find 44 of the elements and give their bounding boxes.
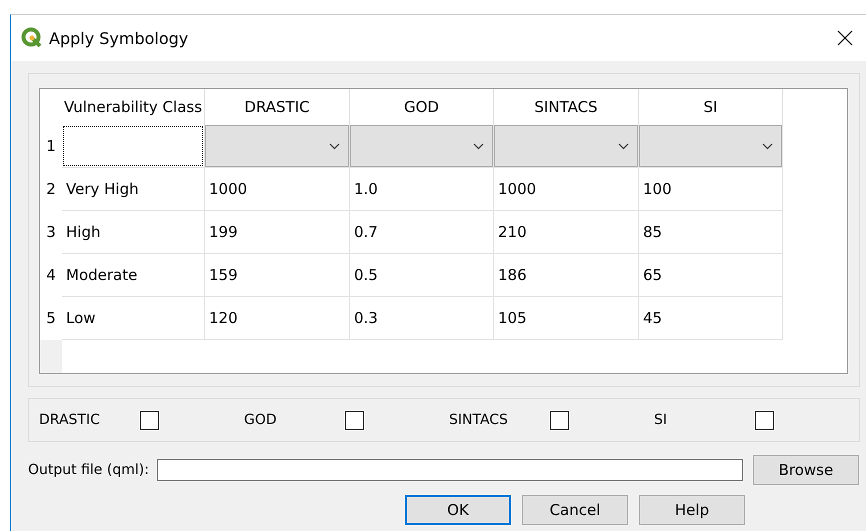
table-cell: 105 [494,297,639,340]
table-cell: 0.7 [350,211,494,254]
row-header[interactable]: 4 [40,254,62,297]
cell-input-field[interactable] [63,126,203,166]
checkbox-label: SI [654,412,668,428]
table-cell: 0.3 [350,297,494,340]
row-header[interactable]: 1 [40,125,62,168]
output-label: Output file (qml): [28,462,149,478]
dialog-button[interactable]: OK [405,495,511,525]
table-cell: 186 [494,254,639,297]
table-cell: 210 [494,211,639,254]
row-header[interactable]: 2 [40,168,62,211]
dialog-button[interactable]: Help [639,495,745,525]
browse-button[interactable]: Browse [752,455,859,485]
checkbox[interactable] [345,410,364,430]
window-title: Apply Symbology [49,28,190,48]
table-cell: 0.5 [350,254,494,297]
table-cell: 1000 [205,168,350,211]
table-cell: Low [62,297,205,340]
row-header-filler [40,340,62,373]
chevron-down-icon [329,142,340,150]
checkbox[interactable] [550,410,569,430]
chevron-down-icon [618,142,629,150]
table-cell: High [62,211,205,254]
table-cell: 120 [205,297,350,340]
checkbox-label: GOD [244,412,277,428]
table-cell: Very High [62,168,205,211]
chevron-down-icon [473,142,484,150]
output-file-field[interactable] [156,459,743,481]
checkbox[interactable] [140,410,159,430]
close-icon [837,30,853,46]
checkbox-label: SINTACS [449,412,508,428]
table-cell: 1.0 [350,168,494,211]
app-logo-icon [21,27,43,49]
chevron-down-icon [762,142,773,150]
checkbox[interactable] [755,410,774,430]
table-cell: Moderate [62,254,205,297]
table-cell: 159 [205,254,350,297]
column-header[interactable]: Vulnerability Class [62,89,205,125]
table-cell: 199 [205,211,350,254]
dialog-button[interactable]: Cancel [522,495,628,525]
checkbox-label: DRASTIC [39,412,100,428]
row-header[interactable]: 3 [40,211,62,254]
table-cell: 1000 [494,168,639,211]
